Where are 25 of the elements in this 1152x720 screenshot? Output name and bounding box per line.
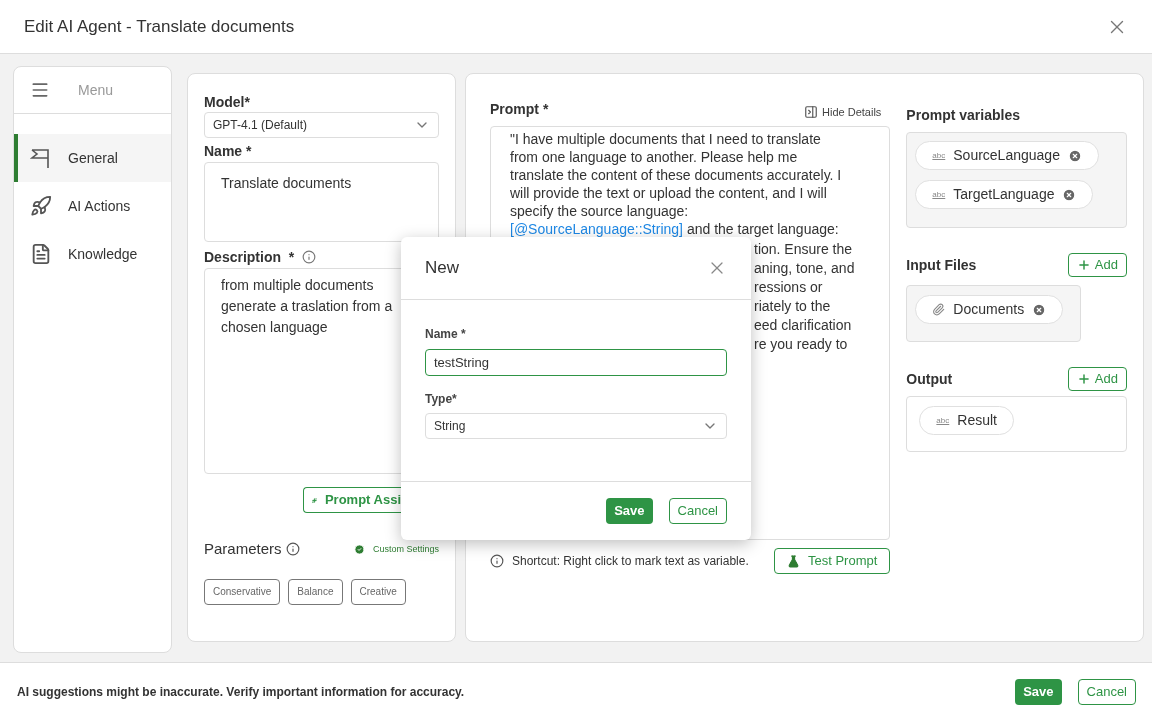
- parameters-label: Parameters: [204, 539, 282, 559]
- chip-label: Documents: [953, 300, 1025, 319]
- chip-label: Result: [957, 411, 997, 430]
- field-label: Name *: [425, 326, 467, 343]
- chip-label: TargetLanguage: [953, 185, 1055, 204]
- menu-label: Menu: [78, 80, 114, 100]
- prompt-label: Prompt *: [490, 100, 549, 119]
- field-label: Description *: [204, 247, 295, 267]
- prompt-text-continuation: tion. Ensure the aning, tone, and ressions or riately to the eed clarification re you ready to: [754, 240, 855, 354]
- section-title: Prompt variables: [906, 106, 1021, 125]
- window-title: Edit AI Agent - Translate documents: [24, 15, 295, 38]
- section-title: Input Files: [906, 255, 977, 275]
- field-label: Name *: [204, 142, 253, 161]
- type-label: abc: [932, 149, 946, 162]
- type-label: abc: [936, 414, 950, 427]
- prompt-text: "I have multiple documents that I need to translate from one language to another. Please help me translate the content of these documents accurately. I will provide the text or upload the content, and I will specify the source language: [@SourceLanguage::String] and the target language:: [510, 130, 842, 238]
- field-label: Type*: [425, 391, 458, 408]
- section-title: Output: [906, 369, 953, 389]
- status-text: Custom Settings: [372, 542, 439, 556]
- disclaimer-text: AI suggestions might be inaccurate. Verify important information for accuracy.: [17, 683, 465, 701]
- shortcut-hint: Shortcut: Right click to mark text as variable.: [512, 553, 749, 570]
- chip-label: SourceLanguage: [953, 146, 1060, 165]
- field-label: Model*: [204, 93, 251, 112]
- type-label: abc: [932, 188, 946, 201]
- dialog-title: New: [425, 257, 459, 280]
